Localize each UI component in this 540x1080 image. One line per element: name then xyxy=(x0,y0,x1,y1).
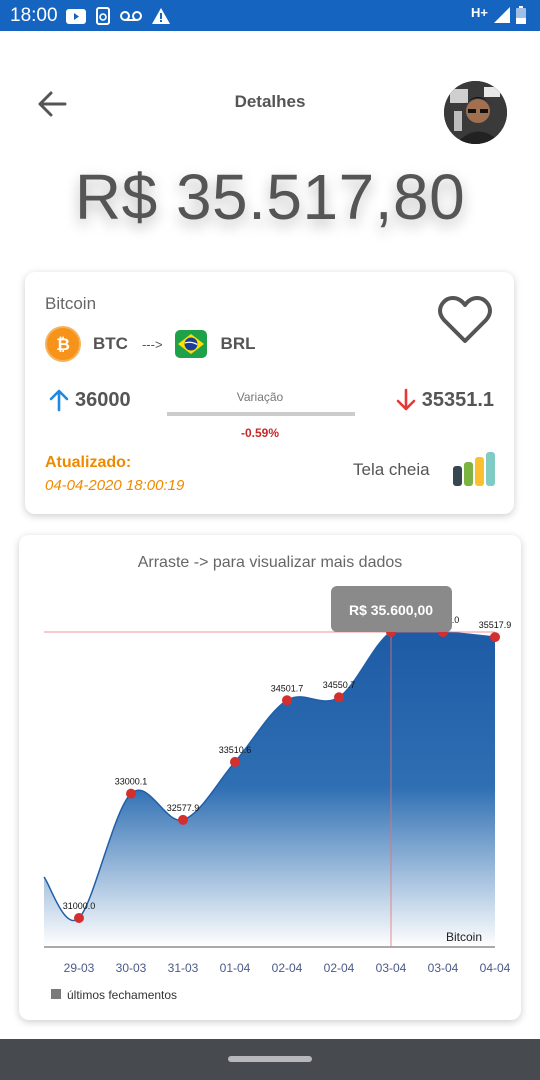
data-point[interactable] xyxy=(334,692,344,703)
low-value: 35351.1 xyxy=(421,388,494,411)
x-tick-label: 29-03 xyxy=(64,961,95,975)
chart-title: Arraste -> para visualizar mais dados xyxy=(138,554,403,571)
updated-time: 04-04-2020 18:00:19 xyxy=(45,477,185,494)
x-tick-label: 31-03 xyxy=(168,961,199,975)
variation-value: -0.59% xyxy=(240,426,280,440)
updated-label: Atualizado: xyxy=(45,454,132,471)
legend-label: últimos fechamentos xyxy=(67,988,177,1002)
x-tick-label: 02-04 xyxy=(272,961,303,975)
chart-tooltip: R$ 35.600,00 xyxy=(331,586,452,632)
svg-text:₿: ₿ xyxy=(56,335,70,354)
warning-icon xyxy=(152,8,170,24)
x-tick-label: 30-03 xyxy=(116,961,147,975)
status-time: 18:00 xyxy=(10,5,58,26)
coin-info-card: Bitcoin ₿ BTC ---> BRL 36000 Variação -0… xyxy=(25,272,514,514)
data-point[interactable] xyxy=(126,788,136,799)
status-notification-icons xyxy=(66,6,170,26)
bitcoin-icon: ₿ xyxy=(45,326,81,362)
system-nav-bar xyxy=(0,1039,540,1080)
x-tick-label: 01-04 xyxy=(220,961,251,975)
youtube-icon xyxy=(66,8,86,24)
data-label: 31000.0 xyxy=(63,901,96,911)
series-area xyxy=(44,626,495,947)
data-point[interactable] xyxy=(178,814,188,825)
voicemail-icon xyxy=(120,11,142,21)
from-currency: BTC xyxy=(93,334,128,353)
arrow-down-icon xyxy=(396,388,416,411)
data-point[interactable] xyxy=(282,695,292,706)
data-point[interactable] xyxy=(490,632,500,643)
avatar-image xyxy=(444,81,507,144)
data-label: 35517.9 xyxy=(479,620,512,630)
coin-name: Bitcoin xyxy=(45,294,97,313)
x-tick-label: 03-04 xyxy=(428,961,459,975)
pair-arrow: ---> xyxy=(141,336,163,352)
day-low: 35351.1 xyxy=(394,388,494,412)
home-gesture-handle[interactable] xyxy=(228,1056,312,1062)
bar-chart-icon[interactable] xyxy=(453,452,497,486)
avatar[interactable] xyxy=(444,81,507,144)
currency-pair: ₿ BTC ---> BRL xyxy=(45,326,256,362)
battery-icon xyxy=(516,6,526,24)
brazil-flag-icon xyxy=(174,330,207,358)
status-system-icons: H+ xyxy=(471,4,526,26)
high-value: 36000 xyxy=(75,388,131,411)
legend-swatch xyxy=(51,989,61,999)
day-high: 36000 xyxy=(47,388,131,412)
x-tick-label: 02-04 xyxy=(324,961,355,975)
tooltip-text: R$ 35.600,00 xyxy=(349,602,433,618)
variation-label: Variação xyxy=(236,390,284,404)
data-label: 33510.6 xyxy=(219,745,252,755)
variation-bar xyxy=(167,412,355,416)
price-chart[interactable]: Arraste -> para visualizar mais dados 31… xyxy=(19,535,521,1020)
phone-sync-icon xyxy=(96,7,110,25)
current-price: R$ 35.517,80 xyxy=(74,161,466,233)
data-point[interactable] xyxy=(74,913,84,923)
top-app-bar: Detalhes xyxy=(0,72,540,144)
data-label: 34550.7 xyxy=(323,680,356,690)
arrow-up-icon xyxy=(49,389,69,412)
signal-icon xyxy=(494,7,510,23)
x-tick-label: 04-04 xyxy=(480,961,511,975)
heart-icon xyxy=(438,296,492,343)
series-name: Bitcoin xyxy=(446,930,482,944)
data-point[interactable] xyxy=(230,756,240,767)
to-currency: BRL xyxy=(220,334,256,353)
favorite-button[interactable] xyxy=(437,294,493,346)
data-label: 34501.7 xyxy=(271,683,304,693)
network-type: H+ xyxy=(471,4,488,20)
data-label: 33000.1 xyxy=(115,777,148,787)
data-label: 32577.9 xyxy=(167,803,200,813)
x-tick-label: 03-04 xyxy=(376,961,407,975)
price-chart-card[interactable]: Arraste -> para visualizar mais dados 31… xyxy=(19,535,521,1020)
status-bar: 18:00 H+ xyxy=(0,0,540,31)
fullscreen-button[interactable]: Tela cheia xyxy=(353,460,430,480)
